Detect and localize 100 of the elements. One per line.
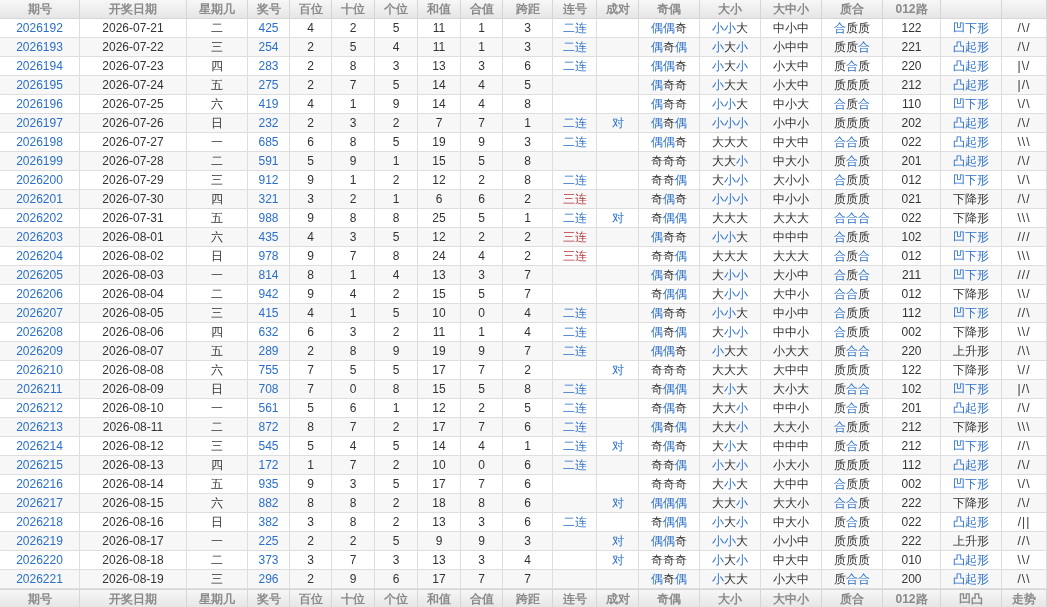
table-cell: 大大大: [761, 209, 822, 228]
table-cell: [597, 133, 639, 152]
table-cell: 6: [290, 133, 332, 152]
table-cell: 5: [503, 76, 553, 95]
table-cell: 小小大: [700, 95, 761, 114]
table-cell: 7: [332, 551, 375, 570]
table-cell: 8: [332, 133, 375, 152]
issue-link[interactable]: 2026203: [16, 228, 63, 246]
issue-link[interactable]: 2026221: [16, 570, 63, 588]
table-cell: 13: [418, 551, 461, 570]
issue-link[interactable]: 2026200: [16, 171, 63, 189]
table-cell: 凸起形: [941, 513, 1002, 532]
table-cell: 下降形: [941, 494, 1002, 513]
issue-link[interactable]: 2026213: [16, 418, 63, 436]
table-cell: 2026-07-26: [80, 114, 187, 133]
table-cell: 二连: [553, 418, 597, 437]
table-cell: 110: [883, 95, 941, 114]
table-cell: /\/: [1002, 152, 1047, 171]
table-cell: [597, 513, 639, 532]
issue-link[interactable]: 2026219: [16, 532, 63, 550]
table-cell: 偶奇偶: [639, 570, 700, 589]
table-cell: 二连: [553, 399, 597, 418]
table-cell: 质质质: [822, 551, 883, 570]
issue-link[interactable]: 2026199: [16, 152, 63, 170]
issue-link[interactable]: 2026195: [16, 76, 63, 94]
table-cell: 2026-08-06: [80, 323, 187, 342]
issue-link[interactable]: 2026209: [16, 342, 63, 360]
table-cell: 凸起形: [941, 76, 1002, 95]
table-cell: 奇奇偶: [639, 456, 700, 475]
table-cell: 212: [883, 418, 941, 437]
column-header: 012路: [883, 0, 941, 19]
table-cell: 13: [418, 266, 461, 285]
table-cell: 上升形: [941, 342, 1002, 361]
table-cell: 3: [461, 551, 503, 570]
table-cell: 8: [375, 247, 418, 266]
table-cell: 212: [883, 437, 941, 456]
table-cell: 二: [187, 19, 248, 38]
issue-link[interactable]: 2026207: [16, 304, 63, 322]
column-header: 奖号: [248, 0, 290, 19]
table-cell: 8: [503, 152, 553, 171]
table-cell: 2: [375, 456, 418, 475]
table-cell: 561: [248, 399, 290, 418]
table-cell: 8: [461, 494, 503, 513]
table-cell: 三: [187, 38, 248, 57]
table-cell: 对: [597, 437, 639, 456]
table-cell: 小大大: [700, 570, 761, 589]
issue-link[interactable]: 2026205: [16, 266, 63, 284]
table-cell: 偶偶奇: [639, 57, 700, 76]
table-cell: 2: [332, 19, 375, 38]
issue-link[interactable]: 2026211: [16, 380, 63, 398]
issue-link[interactable]: 2026216: [16, 475, 63, 493]
issue-link[interactable]: 2026214: [16, 437, 63, 455]
table-cell: 419: [248, 95, 290, 114]
issue-link[interactable]: 2026201: [16, 190, 63, 208]
column-header: [941, 0, 1002, 19]
table-cell: 2: [290, 532, 332, 551]
issue-link[interactable]: 2026196: [16, 95, 63, 113]
column-header: 连号: [553, 589, 597, 607]
issue-link[interactable]: 2026210: [16, 361, 63, 379]
issue-link[interactable]: 2026218: [16, 513, 63, 531]
issue-link[interactable]: 2026192: [16, 19, 63, 37]
issue-link[interactable]: 2026204: [16, 247, 63, 265]
table-cell: 2026-08-13: [80, 456, 187, 475]
column-header: 大中小: [761, 589, 822, 607]
table-cell: 大大小: [761, 494, 822, 513]
issue-link[interactable]: 2026212: [16, 399, 63, 417]
issue-link[interactable]: 2026197: [16, 114, 63, 132]
column-header: 奇偶: [639, 589, 700, 607]
table-cell: 4: [503, 323, 553, 342]
issue-link[interactable]: 2026206: [16, 285, 63, 303]
table-cell: 7: [332, 418, 375, 437]
table-cell: 5: [290, 399, 332, 418]
table-cell: 3: [503, 532, 553, 551]
issue-link[interactable]: 2026215: [16, 456, 63, 474]
table-cell: 大大大: [761, 247, 822, 266]
table-cell: 一: [187, 399, 248, 418]
table-cell: /\/: [1002, 114, 1047, 133]
table-cell: 下降形: [941, 323, 1002, 342]
table-cell: 4: [503, 551, 553, 570]
issue-link[interactable]: 2026193: [16, 38, 63, 56]
table-cell: 偶奇偶: [639, 38, 700, 57]
table-cell: 9: [418, 532, 461, 551]
issue-link[interactable]: 2026194: [16, 57, 63, 75]
issue-link[interactable]: 2026198: [16, 133, 63, 151]
issue-link[interactable]: 2026202: [16, 209, 63, 227]
issue-link[interactable]: 2026208: [16, 323, 63, 341]
issue-link[interactable]: 2026217: [16, 494, 63, 512]
table-cell: 奇偶偶: [639, 513, 700, 532]
table-cell: 中小中: [761, 304, 822, 323]
table-cell: 7: [461, 475, 503, 494]
table-cell: 2: [375, 285, 418, 304]
table-cell: 14: [418, 437, 461, 456]
table-cell: 偶偶偶: [639, 494, 700, 513]
issue-link[interactable]: 2026220: [16, 551, 63, 569]
table-cell: 质合合: [822, 570, 883, 589]
table-cell: 中大小: [761, 513, 822, 532]
table-cell: 合合质: [822, 494, 883, 513]
table-cell: 708: [248, 380, 290, 399]
table-cell: 小大大: [700, 76, 761, 95]
table-cell: 2026-07-28: [80, 152, 187, 171]
